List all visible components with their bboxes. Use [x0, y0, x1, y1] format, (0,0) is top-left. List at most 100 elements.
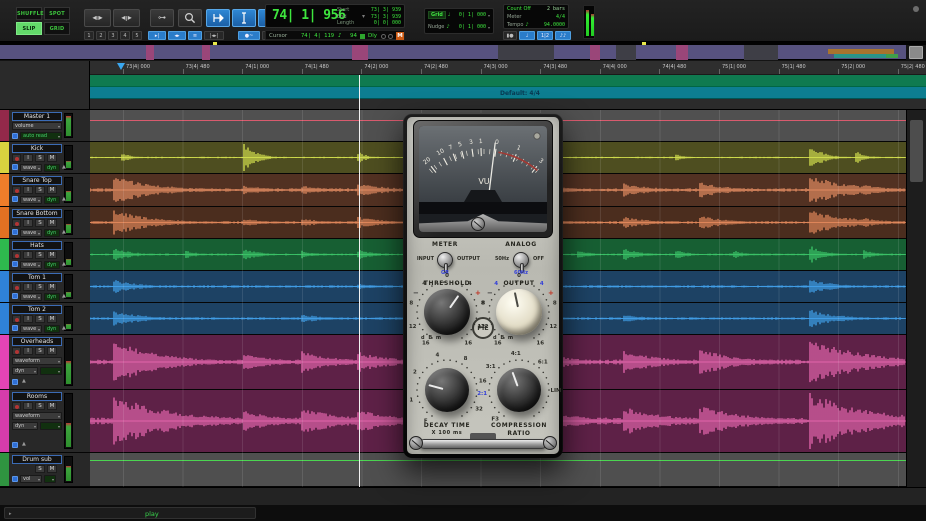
- track-lane-drum-sub[interactable]: [90, 453, 906, 487]
- mute-button[interactable]: M: [47, 315, 57, 323]
- zero-adjust-screw[interactable]: [471, 217, 485, 231]
- elastic-audio-selector[interactable]: dyn▾: [44, 164, 60, 172]
- track-enable-checkbox[interactable]: [12, 379, 18, 385]
- track-enable-checkbox[interactable]: [12, 229, 18, 235]
- solo-button[interactable]: S: [35, 219, 45, 227]
- track-view-selector[interactable]: waveform▾: [12, 357, 62, 365]
- track-header-hats[interactable]: HatsISMwave▾dyn▾▲: [0, 239, 90, 271]
- tempo-ruler[interactable]: [90, 75, 926, 87]
- track-color-tab[interactable]: [0, 174, 9, 206]
- record-enable-button[interactable]: [12, 219, 21, 227]
- track-view-selector[interactable]: wave▾: [20, 196, 42, 204]
- threshold-knob[interactable]: [424, 289, 470, 335]
- track-name[interactable]: Snare Top: [12, 176, 62, 185]
- automation-icon[interactable]: ▲: [62, 325, 66, 331]
- track-name[interactable]: Tom 1: [12, 273, 62, 282]
- count-off-label[interactable]: Count Off: [507, 6, 531, 12]
- zoom-preset-5[interactable]: 5: [132, 31, 142, 40]
- meter-switch[interactable]: [437, 252, 453, 268]
- mute-button[interactable]: M: [47, 251, 57, 259]
- edit-mode-grid[interactable]: GRID: [44, 22, 70, 35]
- nudge-row[interactable]: Nudge ♪ 0| 1| 000 ▾: [425, 21, 493, 33]
- solo-button[interactable]: S: [35, 315, 45, 323]
- track-view-selector[interactable]: wave▾: [20, 293, 42, 301]
- input-monitor-button[interactable]: I: [23, 402, 33, 410]
- nudge-value[interactable]: 0| 1| 000: [459, 24, 486, 30]
- solo-button[interactable]: S: [35, 347, 45, 355]
- caret-down-icon[interactable]: ▾: [488, 13, 490, 18]
- track-enable-checkbox[interactable]: [12, 133, 18, 139]
- meter-value[interactable]: 4/4: [556, 14, 565, 20]
- record-enable-button[interactable]: [12, 347, 21, 355]
- track-enable-checkbox[interactable]: [12, 164, 18, 170]
- tempo-label[interactable]: Tempo: [507, 22, 523, 28]
- record-enable-button[interactable]: [12, 154, 21, 162]
- mute-button[interactable]: M: [47, 347, 57, 355]
- track-header-tom-1[interactable]: Tom 1ISMwave▾dyn▾▲: [0, 271, 90, 303]
- mute-button[interactable]: M: [47, 465, 57, 473]
- timebase-icon[interactable]: [360, 34, 365, 39]
- record-enable-button[interactable]: [12, 402, 21, 410]
- edit-mode-slip[interactable]: SLIP: [16, 22, 42, 35]
- scrollbar-thumb[interactable]: [910, 120, 923, 182]
- zoom-preset-1[interactable]: 1: [84, 31, 94, 40]
- track-header-master-1[interactable]: Master 1volume▾auto read▾: [0, 110, 90, 142]
- length-value[interactable]: 0| 0| 000: [374, 20, 401, 27]
- zoom-preset-3[interactable]: 3: [108, 31, 118, 40]
- track-color-tab[interactable]: [0, 453, 9, 486]
- elastic-audio-selector[interactable]: dyn▾: [44, 293, 60, 301]
- automation-icon[interactable]: ▲: [62, 164, 66, 170]
- mute-button[interactable]: M: [47, 283, 57, 291]
- track-header-rooms[interactable]: RoomsISMwaveform▾dyn▾▾▲: [0, 390, 90, 453]
- track-header-snare-bottom[interactable]: Snare BottomISMwave▾dyn▾▲: [0, 207, 90, 239]
- grid-row[interactable]: Grid ♩ 0| 1| 000 ▾: [425, 9, 493, 21]
- elastic-audio-selector[interactable]: dyn▾: [44, 229, 60, 237]
- link-track-selection-button[interactable]: ≡: [188, 31, 202, 40]
- track-name[interactable]: Rooms: [12, 392, 62, 401]
- record-enable-button[interactable]: [12, 315, 21, 323]
- track-color-tab[interactable]: [0, 142, 9, 173]
- record-enable-button[interactable]: [12, 186, 21, 194]
- zoom-tool-button[interactable]: [178, 9, 202, 27]
- tab-to-transient-button[interactable]: ▸|: [148, 31, 166, 40]
- track-name[interactable]: Snare Bottom: [12, 209, 62, 218]
- elastic-audio-selector[interactable]: dyn▾: [44, 325, 60, 333]
- tempo-value[interactable]: 94.0000: [544, 22, 565, 28]
- automation-icon[interactable]: ▲: [62, 261, 66, 267]
- link-timeline-selection-button[interactable]: ◂▸: [168, 31, 186, 40]
- global-mute-badge[interactable]: M: [396, 32, 404, 40]
- track-enable-checkbox[interactable]: [12, 325, 18, 331]
- tempo-ruler-conductor-button[interactable]: ♪♪: [555, 31, 571, 40]
- solo-button[interactable]: S: [35, 251, 45, 259]
- record-enable-button[interactable]: [12, 283, 21, 291]
- bars-beats-ruler[interactable]: 73|4| 00073|4| 48074|1| 00074|1| 48074|2…: [90, 61, 926, 75]
- track-color-tab[interactable]: [0, 239, 9, 270]
- track-name[interactable]: Kick: [12, 144, 62, 153]
- grid-label[interactable]: Grid: [428, 11, 446, 19]
- edit-mode-shuffle[interactable]: SHUFFLE: [16, 7, 42, 20]
- track-header-kick[interactable]: KickISMwave▾dyn▾▲: [0, 142, 90, 174]
- metronome-button[interactable]: ♩: [519, 31, 535, 40]
- track-name[interactable]: Drum sub: [12, 455, 62, 464]
- toolbar-options-icon[interactable]: [913, 6, 919, 12]
- elastic-audio-selector[interactable]: dyn▾: [44, 196, 60, 204]
- track-header-snare-top[interactable]: Snare TopISMwave▾dyn▾▲: [0, 174, 90, 207]
- elastic-audio-selector[interactable]: dyn▾: [44, 261, 60, 269]
- selector-tool-button[interactable]: [232, 9, 256, 27]
- automation-mode-selector[interactable]: ▾: [44, 475, 56, 483]
- solo-button[interactable]: S: [35, 402, 45, 410]
- automation-icon[interactable]: ▲: [22, 441, 26, 447]
- mute-button[interactable]: M: [47, 186, 57, 194]
- elastic-audio-selector[interactable]: ▾: [40, 367, 62, 375]
- input-monitor-button[interactable]: I: [23, 315, 33, 323]
- track-view-selector[interactable]: wave▾: [20, 229, 42, 237]
- track-color-tab[interactable]: [0, 335, 9, 389]
- automation-icon[interactable]: ▲: [62, 293, 66, 299]
- solo-button[interactable]: S: [35, 186, 45, 194]
- session-overview-bar[interactable]: [0, 45, 906, 60]
- mute-button[interactable]: M: [47, 154, 57, 162]
- trim-tool-button[interactable]: [206, 9, 230, 27]
- solo-button[interactable]: S: [35, 283, 45, 291]
- automation-breakpoint-line[interactable]: [90, 460, 906, 461]
- solo-button[interactable]: S: [35, 154, 45, 162]
